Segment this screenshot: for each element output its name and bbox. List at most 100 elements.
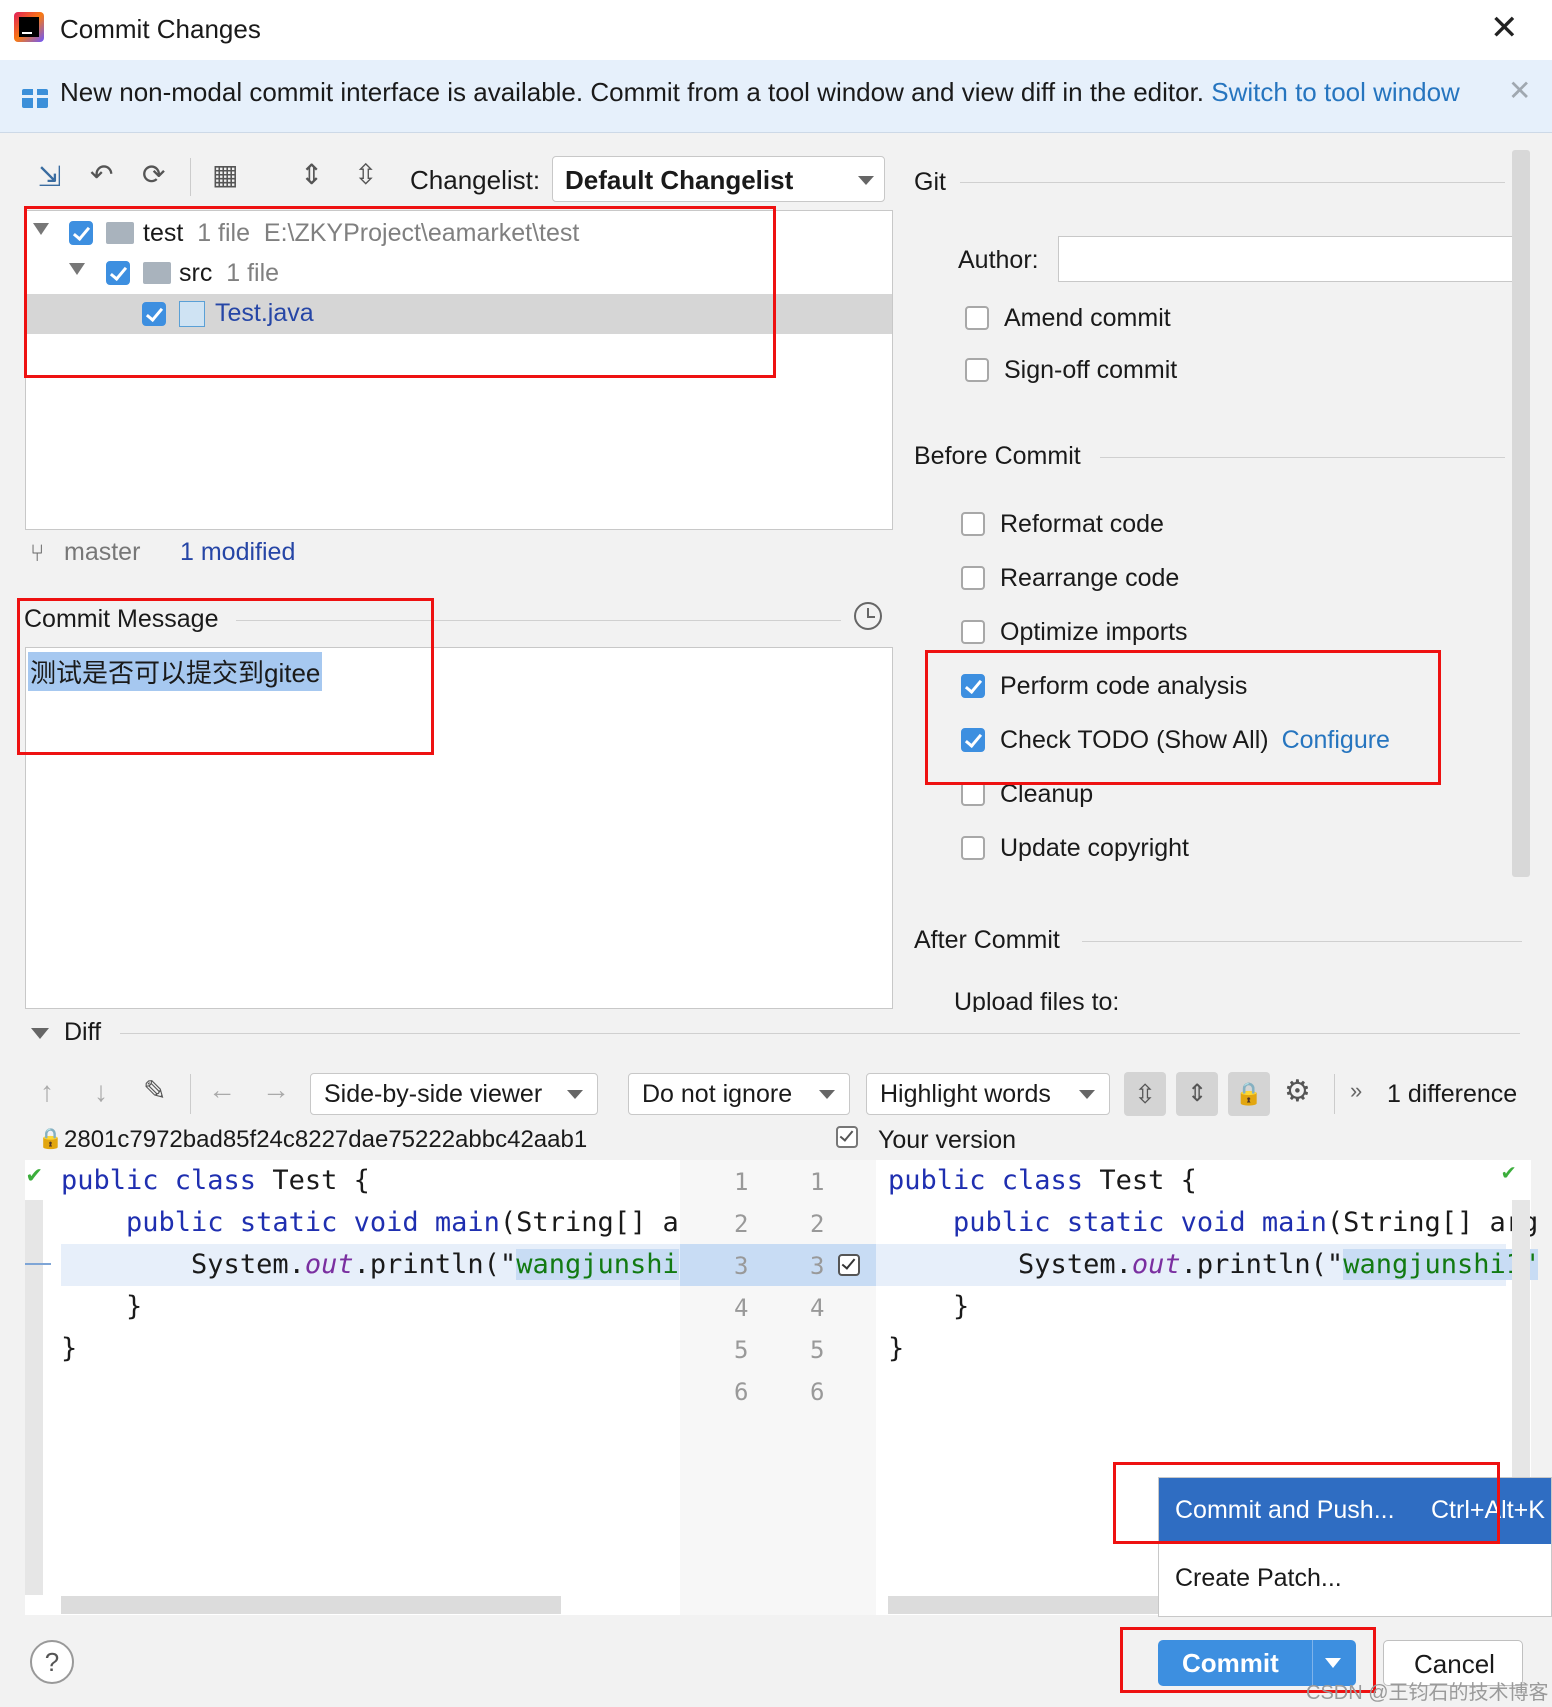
code-line-4: } (953, 1291, 970, 1322)
diff-collapse-icon[interactable] (31, 1028, 49, 1039)
chevron-down-icon (858, 176, 874, 185)
line-number: 5 (810, 1336, 825, 1364)
forward-arrow-icon[interactable]: → (262, 1074, 290, 1106)
line-number: 6 (734, 1378, 749, 1406)
viewer-value: Side-by-side viewer (324, 1080, 543, 1108)
difference-count: 1 difference (1387, 1080, 1518, 1108)
right-header: Your version (878, 1126, 1017, 1154)
git-section-title: Git (914, 168, 946, 196)
sync-scroll-icon[interactable]: ⇕ (1176, 1072, 1218, 1116)
line-number: 6 (810, 1378, 825, 1406)
left-horizontal-scrollbar[interactable] (61, 1596, 561, 1614)
amend-commit-label: Amend commit (1004, 304, 1171, 332)
intellij-logo-icon (14, 12, 44, 42)
banner-close-icon[interactable]: ✕ (1508, 74, 1531, 107)
highlight-box-commit-push (1113, 1462, 1500, 1544)
ignore-value: Do not ignore (642, 1080, 793, 1108)
help-button[interactable]: ? (30, 1640, 74, 1684)
more-actions-icon[interactable]: » (1350, 1078, 1362, 1104)
banner-message: New non-modal commit interface is availa… (60, 77, 1205, 107)
left-revision-hash: 2801c7972bad85f24c8227dae75222abbc42aab1 (64, 1126, 588, 1153)
code-line-1: public class Test { (888, 1165, 1197, 1196)
rearrange-code-label: Rearrange code (1000, 564, 1180, 592)
collapse-unchanged-icon[interactable]: ⇳ (1124, 1072, 1166, 1116)
include-changes-checkbox[interactable] (836, 1126, 858, 1148)
code-line-2: public static void main(String[] a (126, 1207, 679, 1238)
diff-title: Diff (64, 1018, 102, 1046)
lock-icon[interactable]: 🔒 (1228, 1072, 1270, 1116)
double-check-icon: ✔ (1502, 1160, 1516, 1185)
refresh-icon[interactable]: ⟳ (142, 158, 165, 191)
cleanup-checkbox[interactable] (961, 782, 985, 806)
chevron-down-icon (567, 1090, 583, 1099)
code-line-2: public static void main(String[] arg (953, 1207, 1539, 1238)
before-commit-title: Before Commit (914, 442, 1081, 470)
line-number: 3 (734, 1252, 749, 1280)
reformat-code-label: Reformat code (1000, 510, 1164, 538)
author-input[interactable] (1058, 236, 1520, 282)
line-number: 1 (810, 1168, 825, 1196)
line-number: 1 (734, 1168, 749, 1196)
rearrange-code-checkbox[interactable] (961, 566, 985, 590)
title-bar: Commit Changes ✕ (0, 0, 1552, 61)
code-line-1: public class Test { (61, 1165, 370, 1196)
next-difference-icon[interactable]: ↓ (94, 1076, 108, 1108)
ignore-dropdown[interactable]: Do not ignore (628, 1073, 850, 1115)
menu-item-create-patch[interactable]: Create Patch... (1159, 1548, 1551, 1614)
branch-icon: ⑂ (30, 540, 45, 567)
diff-left-editor[interactable]: ✔ public class Test { public static void… (25, 1160, 680, 1615)
expand-all-icon[interactable]: ⇕ (300, 158, 323, 191)
optimize-imports-checkbox[interactable] (961, 620, 985, 644)
help-icon: ? (44, 1647, 60, 1677)
sign-off-commit-label: Sign-off commit (1004, 356, 1178, 384)
chevron-down-icon (819, 1090, 835, 1099)
sign-off-commit-checkbox[interactable] (965, 358, 989, 382)
history-clock-icon[interactable] (854, 602, 882, 630)
amend-commit-checkbox[interactable] (965, 306, 989, 330)
menu-item-label: Create Patch... (1175, 1564, 1342, 1592)
edit-source-icon[interactable]: ✎ (143, 1074, 166, 1107)
switch-to-tool-window-link[interactable]: Switch to tool window (1211, 77, 1460, 107)
back-arrow-icon[interactable]: ← (208, 1074, 236, 1106)
chevron-down-icon (1079, 1090, 1095, 1099)
upload-files-label: Upload files to: (954, 988, 1120, 1012)
viewer-dropdown[interactable]: Side-by-side viewer (310, 1073, 598, 1115)
reformat-code-checkbox[interactable] (961, 512, 985, 536)
gift-icon (22, 82, 48, 108)
update-copyright-label: Update copyright (1000, 834, 1190, 862)
line-number: 4 (810, 1294, 825, 1322)
code-line-5: } (61, 1333, 78, 1364)
changelist-value: Default Changelist (565, 165, 794, 195)
line-number: 2 (734, 1210, 749, 1238)
highlight-box-message (17, 598, 434, 755)
line-number: 4 (734, 1294, 749, 1322)
optimize-imports-label: Optimize imports (1000, 618, 1188, 646)
highlight-dropdown[interactable]: Highlight words (866, 1073, 1110, 1115)
code-line-3: System.out.println("wangjunshi (191, 1249, 679, 1280)
move-to-changelist-icon[interactable]: ⇲ (38, 160, 61, 193)
diff-gutter: 1 1 2 2 3 3 4 4 5 5 6 6 (680, 1160, 876, 1615)
update-copyright-checkbox[interactable] (961, 836, 985, 860)
code-line-5: } (888, 1333, 905, 1364)
collapse-all-icon[interactable]: ⇳ (354, 158, 377, 191)
line-number: 2 (810, 1210, 825, 1238)
lock-icon: 🔒 (38, 1128, 63, 1150)
highlight-box-tree (24, 206, 776, 378)
highlight-box-before-commit (925, 650, 1441, 785)
rollback-icon[interactable]: ↶ (90, 158, 113, 191)
watermark: CSDN @王钧石的技术博客 (1306, 1682, 1549, 1704)
line-include-checkbox[interactable] (838, 1254, 860, 1276)
modified-count-link[interactable]: 1 modified (180, 538, 295, 567)
previous-difference-icon[interactable]: ↑ (40, 1076, 54, 1108)
right-panel-scrollbar[interactable] (1512, 150, 1530, 877)
close-icon[interactable]: ✕ (1490, 8, 1519, 48)
code-line-3: System.out.println("wangjunshi1" (1018, 1249, 1539, 1280)
group-by-icon[interactable]: ▦ (212, 158, 238, 191)
window-title: Commit Changes (60, 14, 261, 44)
line-number: 3 (810, 1252, 825, 1280)
line-number: 5 (734, 1336, 749, 1364)
notification-banner: New non-modal commit interface is availa… (0, 60, 1552, 133)
changelist-dropdown[interactable]: Default Changelist (552, 156, 885, 202)
settings-gear-icon[interactable]: ⚙ (1284, 1074, 1311, 1109)
author-label: Author: (958, 246, 1039, 274)
